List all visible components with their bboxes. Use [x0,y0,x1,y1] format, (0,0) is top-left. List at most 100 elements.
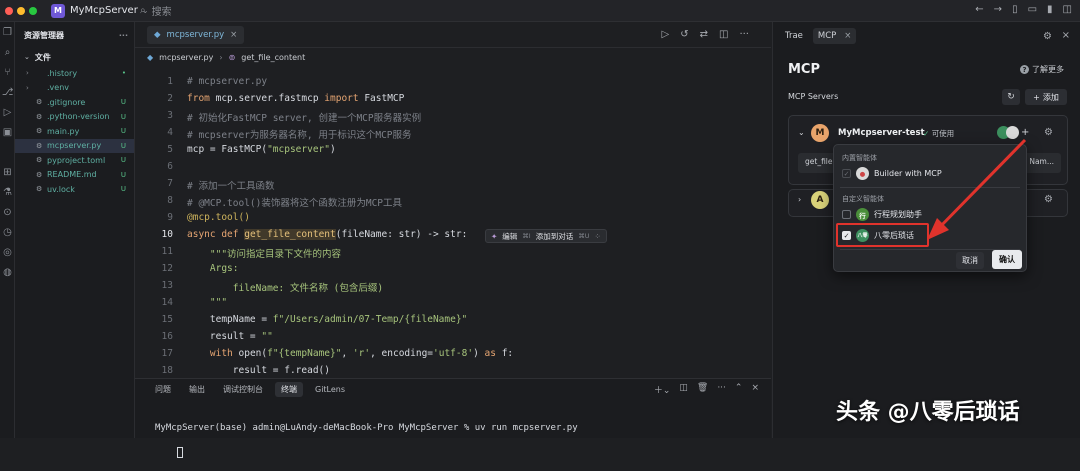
title-bar: M MyMcpServer ⌄ ⌕ 搜索 ← → ▯ ▭ ▮ ◫ [0,0,1080,22]
panel-tab[interactable]: 输出 [183,382,211,397]
terminal-output[interactable]: MyMcpServer(base) admin@LuAndy-deMacBook… [155,403,578,471]
files-icon[interactable]: ❐ [0,22,15,42]
code-line: """访问指定目录下文件的内容 [187,249,342,260]
zoom-window-button[interactable] [29,6,37,15]
more-icon[interactable]: ··· [739,29,749,40]
checkbox[interactable] [842,210,851,219]
split-terminal-icon[interactable]: ◫ [679,383,688,396]
close-panel-icon[interactable]: × [1062,30,1070,41]
code-line: mcp = FastMCP("mcpserver") [187,144,336,155]
page-title: MCP [788,62,821,77]
file-tree-item[interactable]: › .history • [15,66,134,81]
line-number: 4 [167,127,173,138]
line-number: 14 [161,297,173,308]
history-icon[interactable]: ↺ [680,29,688,40]
server-settings-icon[interactable]: ⚙ [1044,127,1053,138]
toggle-panel-icon[interactable]: ▭ [1028,4,1037,15]
learn-more-link[interactable]: ? 了解更多 [1020,64,1064,75]
more-icon[interactable]: ··· [119,31,128,40]
git-status-badge: U [120,127,126,136]
line-number: 12 [161,263,173,274]
compare-icon[interactable]: ⇄ [700,29,708,40]
add-terminal-icon[interactable]: ＋⌄ [654,383,671,396]
close-icon[interactable]: × [751,383,759,396]
git-icon[interactable]: ⎇ [0,82,15,102]
code-line: async def get_file_content(fileName: str… [187,229,468,240]
file-tree-item[interactable]: ⚙ uv.lock U [15,182,134,197]
search-icon[interactable]: ⌕ [0,42,15,62]
search-icon: ⌕ [140,5,146,16]
tab-mcp[interactable]: MCP × [812,28,857,44]
panel-tab[interactable]: 终端 [275,381,303,397]
source-control-icon[interactable]: ⑂ [0,62,15,82]
globe-icon[interactable]: ◍ [0,262,15,282]
toggle-secondary-icon[interactable]: ▮ [1047,4,1053,15]
chat-icon[interactable]: ▣ [0,122,15,142]
tab-trae[interactable]: Trae [785,31,803,41]
timeline-icon[interactable]: ◷ [0,222,15,242]
panel-tab[interactable]: 问题 [149,382,177,397]
explorer-root[interactable]: ⌄ 文件 [15,48,134,66]
panel-tab[interactable]: GitLens [309,383,351,396]
git-status-badge: U [120,141,126,150]
project-badge[interactable]: M [51,3,65,18]
line-number: 18 [161,365,173,376]
refresh-button[interactable]: ↻ [1002,89,1020,105]
chevron-right-icon[interactable]: › [798,195,801,204]
file-tree-item[interactable]: ⚙ main.py U [15,124,134,139]
extensions-icon[interactable]: ⊞ [0,162,15,182]
code-line: @mcp.tool() [187,212,250,223]
highlight-box [836,223,929,247]
inline-edit-button[interactable]: 编辑 [502,231,517,242]
breadcrumb-symbol[interactable]: get_file_content [241,53,305,62]
file-icon: ⚙ [36,127,43,136]
trash-icon[interactable]: 🗑 [697,383,708,396]
close-icon[interactable]: × [844,31,851,41]
drag-handle-icon[interactable]: ⁘ [594,232,600,241]
file-tree-item[interactable]: ⚙ pyproject.toml U [15,153,134,168]
custom-agent-option[interactable]: 行 行程规划助手 [842,208,922,221]
confirm-button[interactable]: 确认 [992,250,1022,269]
split-editor-icon[interactable]: ◫ [719,29,728,40]
line-number: 9 [167,212,173,223]
file-tree-item[interactable]: ⚙ README.md U [15,168,134,183]
more-icon[interactable]: ··· [717,383,726,396]
panel-tab[interactable]: 调试控制台 [217,382,269,397]
file-tree-item[interactable]: ⚙ mcpserver.py U [15,138,134,153]
close-icon[interactable]: × [230,30,237,40]
breadcrumb-file[interactable]: mcpserver.py [159,53,213,62]
forward-icon[interactable]: → [994,4,1002,15]
custom-section-label: 自定义智能体 [842,195,884,203]
server-avatar: M [811,124,829,142]
chevron-down-icon[interactable]: ⌄ [798,128,805,137]
file-name: pyproject.toml [47,155,106,165]
tab-mcpserver[interactable]: ◆ mcpserver.py × [147,25,245,44]
layout-icon[interactable]: ◫ [1063,4,1072,15]
collapse-icon[interactable]: ⌃ [735,383,743,396]
file-name: .python-version [47,112,110,122]
add-to-chat-button[interactable]: 添加到对话 [536,231,574,242]
close-window-button[interactable] [5,6,13,15]
file-tree-item[interactable]: › .venv [15,81,134,96]
gear-icon[interactable]: ⚙ [1043,31,1052,42]
file-tree-item[interactable]: ⚙ .gitignore U [15,95,134,110]
project-name[interactable]: MyMcpServer [70,5,138,16]
test-icon[interactable]: ⚗ [0,182,15,202]
file-name: .history [47,68,78,78]
explorer-root-label: 文件 [34,52,51,62]
add-server-button[interactable]: + 添加 [1025,89,1067,105]
line-number: 6 [167,161,173,172]
minimize-window-button[interactable] [17,6,25,15]
search-input[interactable]: ⌕ 搜索 [140,3,955,18]
function-icon: ⊚ [228,52,236,62]
server-settings-icon[interactable]: ⚙ [1044,194,1053,205]
run-icon[interactable]: ▷ [662,29,670,40]
code-line: # 添加一个工具函数 [187,181,275,192]
remote-icon[interactable]: ⊙ [0,202,15,222]
back-icon[interactable]: ← [975,4,983,15]
toggle-sidebar-icon[interactable]: ▯ [1012,4,1018,15]
account-icon[interactable]: ◎ [0,242,15,262]
file-tree-item[interactable]: ⚙ .python-version U [15,110,134,125]
cancel-button[interactable]: 取消 [956,252,984,269]
debug-icon[interactable]: ▷ [0,102,15,122]
